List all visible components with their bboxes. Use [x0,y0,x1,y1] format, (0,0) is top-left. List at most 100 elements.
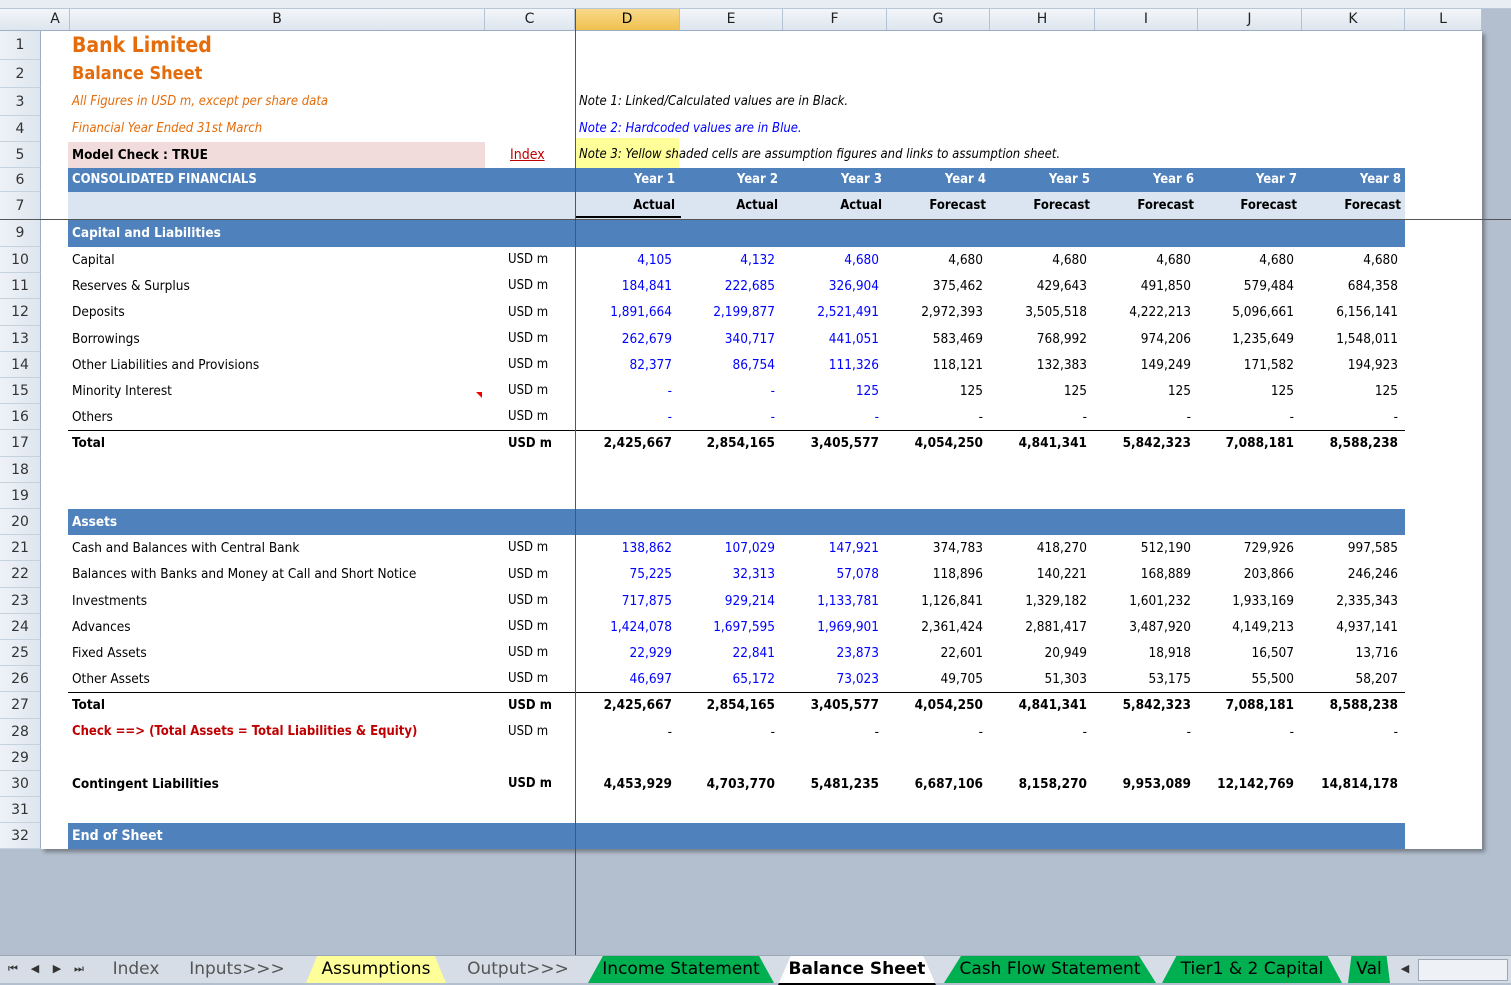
line-item-value[interactable]: - [1199,404,1294,430]
column-header-j[interactable]: J [1198,9,1302,30]
line-item-value[interactable]: 429,643 [991,273,1087,299]
line-item-value[interactable]: 717,875 [576,588,672,614]
total-liabilities-value[interactable]: 2,854,165 [681,430,775,457]
row-header-1[interactable]: 1 [0,31,41,60]
line-item-value[interactable]: 107,029 [681,535,775,561]
line-item-value[interactable]: 2,521,491 [784,299,879,326]
line-item-value[interactable]: 4,105 [576,247,672,273]
contingent-liabilities-value[interactable]: 14,814,178 [1303,771,1398,797]
row-header-2[interactable]: 2 [0,60,41,88]
row-header-11[interactable]: 11 [0,273,41,299]
line-item-value[interactable]: 46,697 [576,666,672,692]
balance-check-value[interactable]: - [681,719,775,745]
line-item-value[interactable]: 86,754 [681,352,775,378]
line-item-value[interactable]: 184,841 [576,273,672,299]
contingent-liabilities-value[interactable]: 9,953,089 [1096,771,1191,797]
column-header-g[interactable]: G [887,9,990,30]
line-item-value[interactable]: - [888,404,983,430]
line-item-value[interactable]: 32,313 [681,561,775,588]
prev-sheet-nav-icon[interactable]: ◀ [26,959,44,979]
row-header-23[interactable]: 23 [0,588,41,614]
line-item-value[interactable]: 374,783 [888,535,983,561]
row-header-21[interactable]: 21 [0,535,41,561]
line-item-value[interactable]: 441,051 [784,326,879,352]
worksheet-grid[interactable]: Bank Limited Balance Sheet All Figures in … [41,31,1482,849]
line-item-value[interactable]: 3,487,920 [1096,614,1191,640]
row-header-7[interactable]: 7 [0,192,41,220]
column-header-f[interactable]: F [783,9,887,30]
line-item-value[interactable]: 997,585 [1303,535,1398,561]
contingent-liabilities-value[interactable]: 5,481,235 [784,771,879,797]
column-header-h[interactable]: H [990,9,1095,30]
contingent-liabilities-value[interactable]: 4,453,929 [576,771,672,797]
total-assets-value[interactable]: 3,405,577 [784,692,879,719]
balance-check-value[interactable]: - [991,719,1087,745]
row-header-3[interactable]: 3 [0,88,41,116]
total-assets-value[interactable]: 7,088,181 [1199,692,1294,719]
row-header-15[interactable]: 15 [0,378,41,404]
total-liabilities-value[interactable]: 3,405,577 [784,430,879,457]
period-type[interactable]: Forecast [1199,192,1297,220]
sheet-tab-val[interactable]: Val [1348,956,1390,983]
period-type[interactable]: Actual [784,192,882,220]
line-item-value[interactable]: 768,992 [991,326,1087,352]
line-item-value[interactable]: 18,918 [1096,640,1191,666]
balance-check-value[interactable]: - [576,719,672,745]
line-item-value[interactable]: 23,873 [784,640,879,666]
sheet-tab-balance-sheet[interactable]: Balance Sheet [778,956,936,985]
column-header-l[interactable]: L [1405,9,1482,30]
line-item-value[interactable]: 58,207 [1303,666,1398,692]
year-header[interactable]: Year 5 [991,168,1090,192]
line-item-value[interactable]: 118,121 [888,352,983,378]
line-item-value[interactable]: 171,582 [1199,352,1294,378]
line-item-value[interactable]: 82,377 [576,352,672,378]
line-item-value[interactable]: 222,685 [681,273,775,299]
line-item-value[interactable]: - [1096,404,1191,430]
index-link[interactable]: Index [510,142,545,168]
line-item-value[interactable]: 1,601,232 [1096,588,1191,614]
sheet-tab-cash-flow-statement[interactable]: Cash Flow Statement [944,956,1156,983]
line-item-value[interactable]: 1,548,011 [1303,326,1398,352]
line-item-value[interactable]: - [576,378,672,404]
column-header-e[interactable]: E [680,9,783,30]
line-item-value[interactable]: 684,358 [1303,273,1398,299]
line-item-value[interactable]: 974,206 [1096,326,1191,352]
line-item-value[interactable]: 1,933,169 [1199,588,1294,614]
year-header[interactable]: Year 4 [888,168,986,192]
row-header-31[interactable]: 31 [0,797,41,823]
total-liabilities-value[interactable]: 7,088,181 [1199,430,1294,457]
row-header-20[interactable]: 20 [0,509,41,535]
row-header-30[interactable]: 30 [0,771,41,797]
row-header-12[interactable]: 12 [0,299,41,326]
line-item-value[interactable]: - [681,404,775,430]
row-header-18[interactable]: 18 [0,457,41,483]
sheet-tab-inputs[interactable]: Inputs>>> [178,956,296,983]
line-item-value[interactable]: 203,866 [1199,561,1294,588]
last-sheet-nav-icon[interactable]: ⏭ [70,959,88,979]
line-item-value[interactable]: 1,126,841 [888,588,983,614]
line-item-value[interactable]: 55,500 [1199,666,1294,692]
line-item-value[interactable]: 1,329,182 [991,588,1087,614]
balance-check-value[interactable]: - [1199,719,1294,745]
row-header-6[interactable]: 6 [0,168,41,192]
line-item-value[interactable]: 125 [1199,378,1294,404]
period-type[interactable]: Forecast [1303,192,1401,220]
row-header-25[interactable]: 25 [0,640,41,666]
line-item-value[interactable]: 57,078 [784,561,879,588]
total-assets-value[interactable]: 2,425,667 [576,692,672,719]
line-item-value[interactable]: 4,680 [1096,247,1191,273]
line-item-value[interactable]: 168,889 [1096,561,1191,588]
line-item-value[interactable]: 194,923 [1303,352,1398,378]
line-item-value[interactable]: 4,937,141 [1303,614,1398,640]
line-item-value[interactable]: 20,949 [991,640,1087,666]
line-item-value[interactable]: 125 [784,378,879,404]
line-item-value[interactable]: 22,601 [888,640,983,666]
row-header-29[interactable]: 29 [0,745,41,771]
row-header-4[interactable]: 4 [0,116,41,142]
total-liabilities-value[interactable]: 4,841,341 [991,430,1087,457]
row-header-24[interactable]: 24 [0,614,41,640]
line-item-value[interactable]: 125 [1303,378,1398,404]
total-liabilities-value[interactable]: 5,842,323 [1096,430,1191,457]
line-item-value[interactable]: 140,221 [991,561,1087,588]
year-header[interactable]: Year 1 [576,168,675,192]
